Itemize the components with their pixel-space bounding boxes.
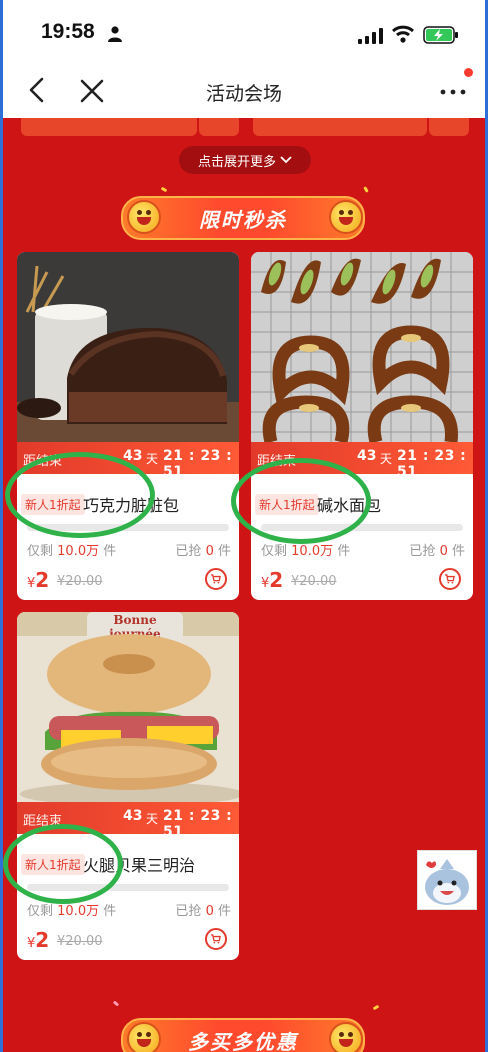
stock-unit: 件 bbox=[337, 544, 351, 559]
sold-prefix: 已抢 bbox=[175, 544, 202, 559]
status-bar: 19:58 bbox=[3, 0, 485, 62]
price-value: 2 bbox=[269, 568, 284, 592]
confetti bbox=[372, 1004, 380, 1011]
emoji-face-icon bbox=[127, 1022, 161, 1052]
emoji-face-icon bbox=[329, 200, 363, 234]
stock-value: 10.0万 bbox=[57, 544, 100, 559]
countdown-time: 21 : 23 : 51 bbox=[397, 448, 467, 480]
cart-icon[interactable] bbox=[205, 928, 227, 950]
sold-unit: 件 bbox=[451, 544, 465, 559]
product-card[interactable]: 距结束 43 天 21 : 23 : 51 新人1折起 巧克力脏脏包 仅剩 10… bbox=[17, 252, 239, 600]
stock-unit: 件 bbox=[103, 904, 117, 919]
countdown-day-unit: 天 bbox=[380, 452, 393, 466]
countdown-day-unit: 天 bbox=[146, 452, 159, 466]
nav-bar: 活动会场 bbox=[3, 62, 485, 118]
annotation-circle bbox=[231, 458, 371, 544]
original-price: ¥20.00 bbox=[291, 574, 337, 589]
stock-unit: 件 bbox=[103, 544, 117, 559]
confetti bbox=[160, 186, 168, 193]
stock-value: 10.0万 bbox=[291, 544, 334, 559]
confetti bbox=[363, 186, 369, 193]
phone-screen: 19:58 活动会场 点击展开更多 限时秒杀 距结束 43 天 21: 23 … bbox=[3, 0, 485, 1052]
wifi-icon bbox=[392, 25, 414, 43]
sale-price: ¥2 bbox=[27, 928, 49, 952]
product-image: Bonne journée bbox=[17, 612, 239, 802]
expand-more-label: 点击展开更多 bbox=[197, 154, 276, 170]
svg-text:Bonne: Bonne bbox=[113, 613, 157, 627]
product-card[interactable]: 距结束 43 天 21 : 23 : 51 新人1折起 碱水面包 仅剩 10.0… bbox=[251, 252, 473, 600]
sold-value: 0 bbox=[205, 544, 214, 559]
sale-price: ¥2 bbox=[261, 568, 283, 592]
sold-unit: 件 bbox=[217, 904, 231, 919]
original-price: ¥20.00 bbox=[57, 934, 103, 949]
product-image bbox=[251, 252, 473, 442]
emoji-face-icon bbox=[127, 200, 161, 234]
emoji-face-icon bbox=[329, 1022, 363, 1052]
activity-venue: 点击展开更多 限时秒杀 距结束 43 天 21: 23: 51 新人1折起 … bbox=[3, 118, 485, 1052]
battery-charging-icon bbox=[423, 26, 458, 44]
flash-sale-title: 限时秒杀 bbox=[199, 207, 287, 232]
person-icon bbox=[108, 26, 122, 42]
category-tab[interactable] bbox=[21, 118, 197, 136]
mascot-sticker[interactable] bbox=[417, 850, 477, 910]
countdown-day-unit: 天 bbox=[146, 812, 159, 826]
stock-prefix: 仅剩 bbox=[27, 544, 54, 559]
sold-prefix: 已抢 bbox=[409, 544, 436, 559]
status-time: 19:58 bbox=[41, 20, 95, 43]
sold-value: 0 bbox=[205, 904, 214, 919]
product-card[interactable]: Bonne journée 距结束 43 天 21 : 23 : 51 新人1折… bbox=[17, 612, 239, 960]
bulk-discount-title: 多买多优惠 bbox=[188, 1029, 298, 1052]
sold-count: 已抢 0 件 bbox=[409, 540, 465, 559]
stock-remaining: 仅剩 10.0万 件 bbox=[27, 540, 116, 559]
cart-icon[interactable] bbox=[205, 568, 227, 590]
stock-prefix: 仅剩 bbox=[261, 544, 288, 559]
countdown-time: 21 : 23 : 51 bbox=[163, 448, 233, 480]
sold-prefix: 已抢 bbox=[175, 904, 202, 919]
countdown-days: 43 bbox=[123, 808, 143, 824]
stock-value: 10.0万 bbox=[57, 904, 100, 919]
countdown-time: 21 : 23 : 51 bbox=[163, 808, 233, 840]
original-price: ¥20.00 bbox=[57, 574, 103, 589]
page-title: 活动会场 bbox=[205, 83, 282, 105]
annotation-circle bbox=[5, 452, 155, 538]
cart-icon[interactable] bbox=[439, 568, 461, 590]
notification-dot bbox=[464, 68, 473, 77]
category-tab[interactable] bbox=[429, 118, 469, 136]
more-icon[interactable] bbox=[435, 76, 471, 104]
sold-value: 0 bbox=[439, 544, 448, 559]
signal-icon bbox=[358, 28, 383, 44]
price-value: 2 bbox=[35, 568, 50, 592]
sale-price: ¥2 bbox=[27, 568, 49, 592]
countdown-days: 43 bbox=[357, 448, 377, 464]
product-image bbox=[17, 252, 239, 442]
sold-count: 已抢 0 件 bbox=[175, 900, 231, 919]
confetti bbox=[112, 1000, 120, 1007]
sold-unit: 件 bbox=[217, 544, 231, 559]
expand-more-button[interactable]: 点击展开更多 bbox=[179, 146, 311, 174]
annotation-circle bbox=[3, 824, 123, 904]
stock-prefix: 仅剩 bbox=[27, 904, 54, 919]
sold-count: 已抢 0 件 bbox=[175, 540, 231, 559]
category-tab[interactable] bbox=[199, 118, 239, 136]
category-tab[interactable] bbox=[253, 118, 427, 136]
chevron-down-icon bbox=[280, 156, 292, 164]
price-value: 2 bbox=[35, 928, 50, 952]
